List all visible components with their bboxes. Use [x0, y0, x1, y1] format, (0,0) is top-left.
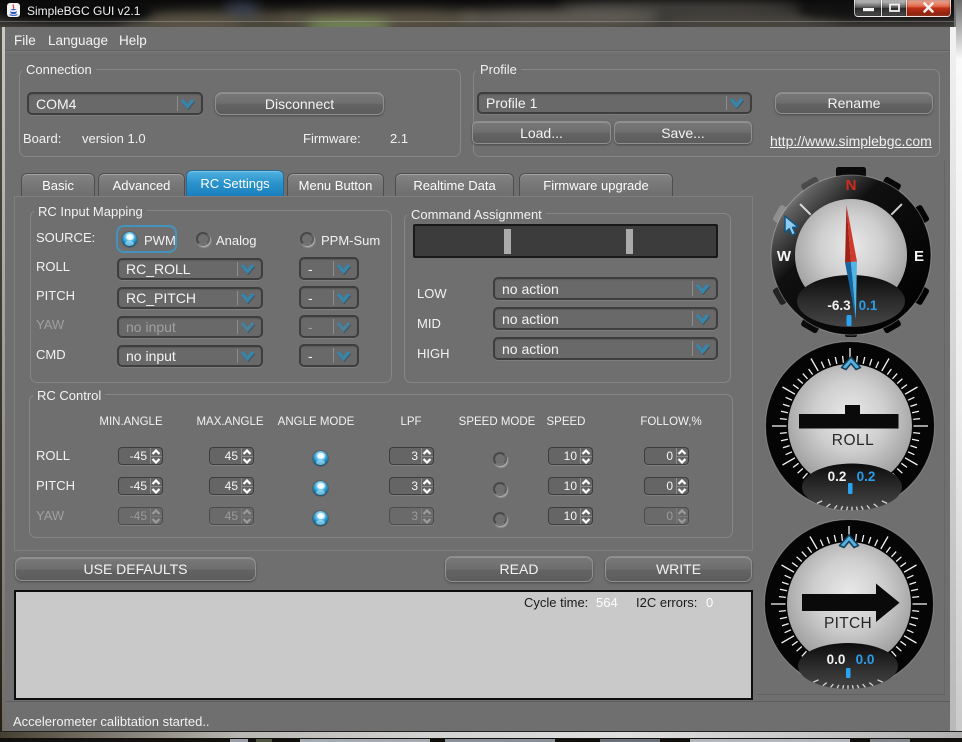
svg-text:0.1: 0.1 — [859, 298, 878, 313]
svg-text:N: N — [846, 177, 857, 194]
svg-text:ROLL: ROLL — [832, 432, 875, 449]
svg-text:E: E — [914, 248, 924, 265]
svg-text:-6.3: -6.3 — [827, 298, 851, 313]
svg-text:PITCH: PITCH — [824, 615, 872, 632]
svg-text:0.0: 0.0 — [856, 652, 875, 667]
svg-text:0.2: 0.2 — [857, 469, 876, 484]
svg-text:0.2: 0.2 — [828, 469, 847, 484]
svg-text:W: W — [777, 248, 792, 265]
svg-text:0.0: 0.0 — [827, 652, 846, 667]
